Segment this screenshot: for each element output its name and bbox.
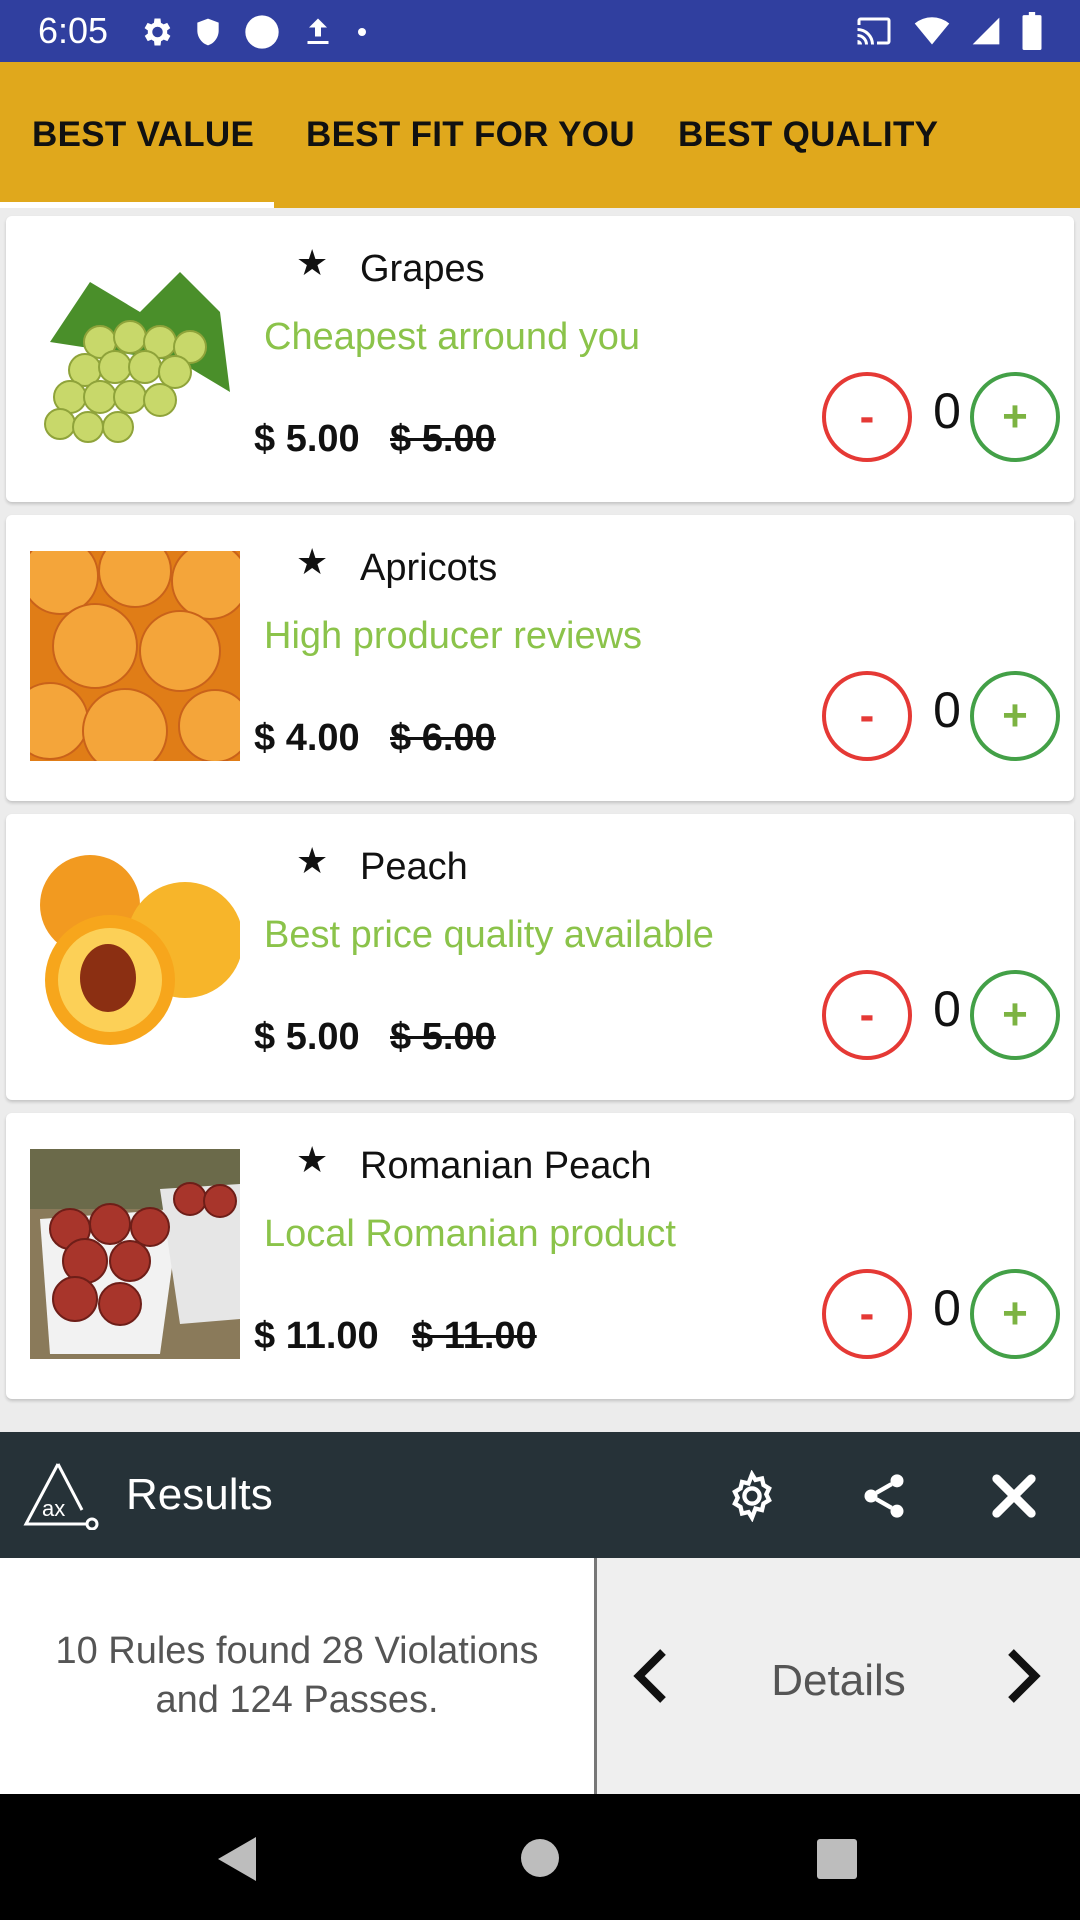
share-icon[interactable] xyxy=(858,1470,910,1522)
results-summary-text: 10 Rules found 28 Violations and 124 Pas… xyxy=(55,1630,539,1721)
dot-icon xyxy=(358,28,366,36)
star-icon: ★ xyxy=(296,840,329,881)
increase-quantity-button[interactable]: + xyxy=(970,970,1060,1060)
axe-logo-icon: ax xyxy=(23,1463,99,1530)
quantity-value: 0 xyxy=(933,1280,961,1336)
close-icon[interactable] xyxy=(988,1470,1040,1522)
decrease-quantity-button[interactable]: - xyxy=(822,970,912,1060)
signal-icon xyxy=(972,17,1000,45)
decrease-quantity-button[interactable]: - xyxy=(822,372,912,462)
quantity-value: 0 xyxy=(933,682,961,738)
shield-icon xyxy=(197,18,219,46)
tab-best-quality[interactable]: BEST QUALITY xyxy=(678,62,938,208)
product-name: Peach xyxy=(360,846,468,888)
upload-icon xyxy=(307,18,329,44)
product-card[interactable]: ★ Apricots High producer reviews $ 4.00 … xyxy=(6,515,1074,801)
product-old-price: $ 5.00 xyxy=(390,1016,496,1058)
product-old-price: $ 11.00 xyxy=(412,1315,537,1357)
results-title: Results xyxy=(126,1470,273,1519)
settings-icon[interactable] xyxy=(726,1470,778,1522)
status-bar: 6:05 xyxy=(0,0,1080,62)
product-tagline: Cheapest arround you xyxy=(264,316,641,358)
product-tagline: Best price quality available xyxy=(264,914,714,956)
quantity-value: 0 xyxy=(933,383,961,439)
product-name: Grapes xyxy=(360,248,485,290)
settings-icon xyxy=(144,18,171,46)
product-name: Apricots xyxy=(360,547,498,589)
product-tagline: High producer reviews xyxy=(264,615,643,657)
recents-icon[interactable] xyxy=(816,1838,858,1880)
results-toolbar: ax Results xyxy=(0,1432,1080,1558)
svg-text:ax: ax xyxy=(42,1496,65,1521)
product-image-apricots xyxy=(30,551,240,761)
product-card[interactable]: ★ Romanian Peach Local Romanian product … xyxy=(6,1113,1074,1399)
product-price: $ 5.00 xyxy=(254,1016,360,1058)
tab-best-value[interactable]: BEST VALUE xyxy=(32,62,254,208)
increase-quantity-button[interactable]: + xyxy=(970,372,1060,462)
selected-tab-indicator xyxy=(0,202,274,208)
home-icon[interactable] xyxy=(520,1838,560,1878)
product-image-peach xyxy=(30,850,240,1060)
star-icon: ★ xyxy=(296,541,329,582)
details-panel: Details xyxy=(597,1558,1080,1794)
tab-best-fit-for-you[interactable]: BEST FIT FOR YOU xyxy=(306,62,635,208)
tab-bar: BEST VALUE BEST FIT FOR YOU BEST QUALITY xyxy=(0,62,1080,208)
star-icon: ★ xyxy=(296,242,329,283)
product-card[interactable]: ★ Grapes Cheapest arround you $ 5.00 $ 5… xyxy=(6,216,1074,502)
product-name: Romanian Peach xyxy=(360,1145,652,1187)
decrease-quantity-button[interactable]: - xyxy=(822,1269,912,1359)
cast-icon xyxy=(857,17,891,45)
product-price: $ 11.00 xyxy=(254,1315,379,1357)
wifi-icon xyxy=(914,17,950,45)
increase-quantity-button[interactable]: + xyxy=(970,671,1060,761)
product-tagline: Local Romanian product xyxy=(264,1213,676,1255)
results-summary: 10 Rules found 28 Violations and 124 Pas… xyxy=(0,1558,594,1794)
product-card[interactable]: ★ Peach Best price quality available $ 5… xyxy=(6,814,1074,1100)
status-time: 6:05 xyxy=(38,10,109,51)
quantity-value: 0 xyxy=(933,981,961,1037)
product-image-grapes xyxy=(30,252,240,462)
navigation-bar xyxy=(0,1794,1080,1920)
product-old-price: $ 6.00 xyxy=(390,717,496,759)
increase-quantity-button[interactable]: + xyxy=(970,1269,1060,1359)
product-old-price: $ 5.00 xyxy=(390,418,496,460)
product-price: $ 5.00 xyxy=(254,418,360,460)
back-icon[interactable] xyxy=(214,1834,260,1884)
product-image-romanian-peach xyxy=(30,1149,240,1359)
product-price: $ 4.00 xyxy=(254,717,360,759)
star-icon: ★ xyxy=(296,1139,329,1180)
chevron-right-icon[interactable] xyxy=(999,1646,1047,1706)
battery-icon xyxy=(1022,12,1042,50)
circle-icon xyxy=(245,15,279,49)
decrease-quantity-button[interactable]: - xyxy=(822,671,912,761)
